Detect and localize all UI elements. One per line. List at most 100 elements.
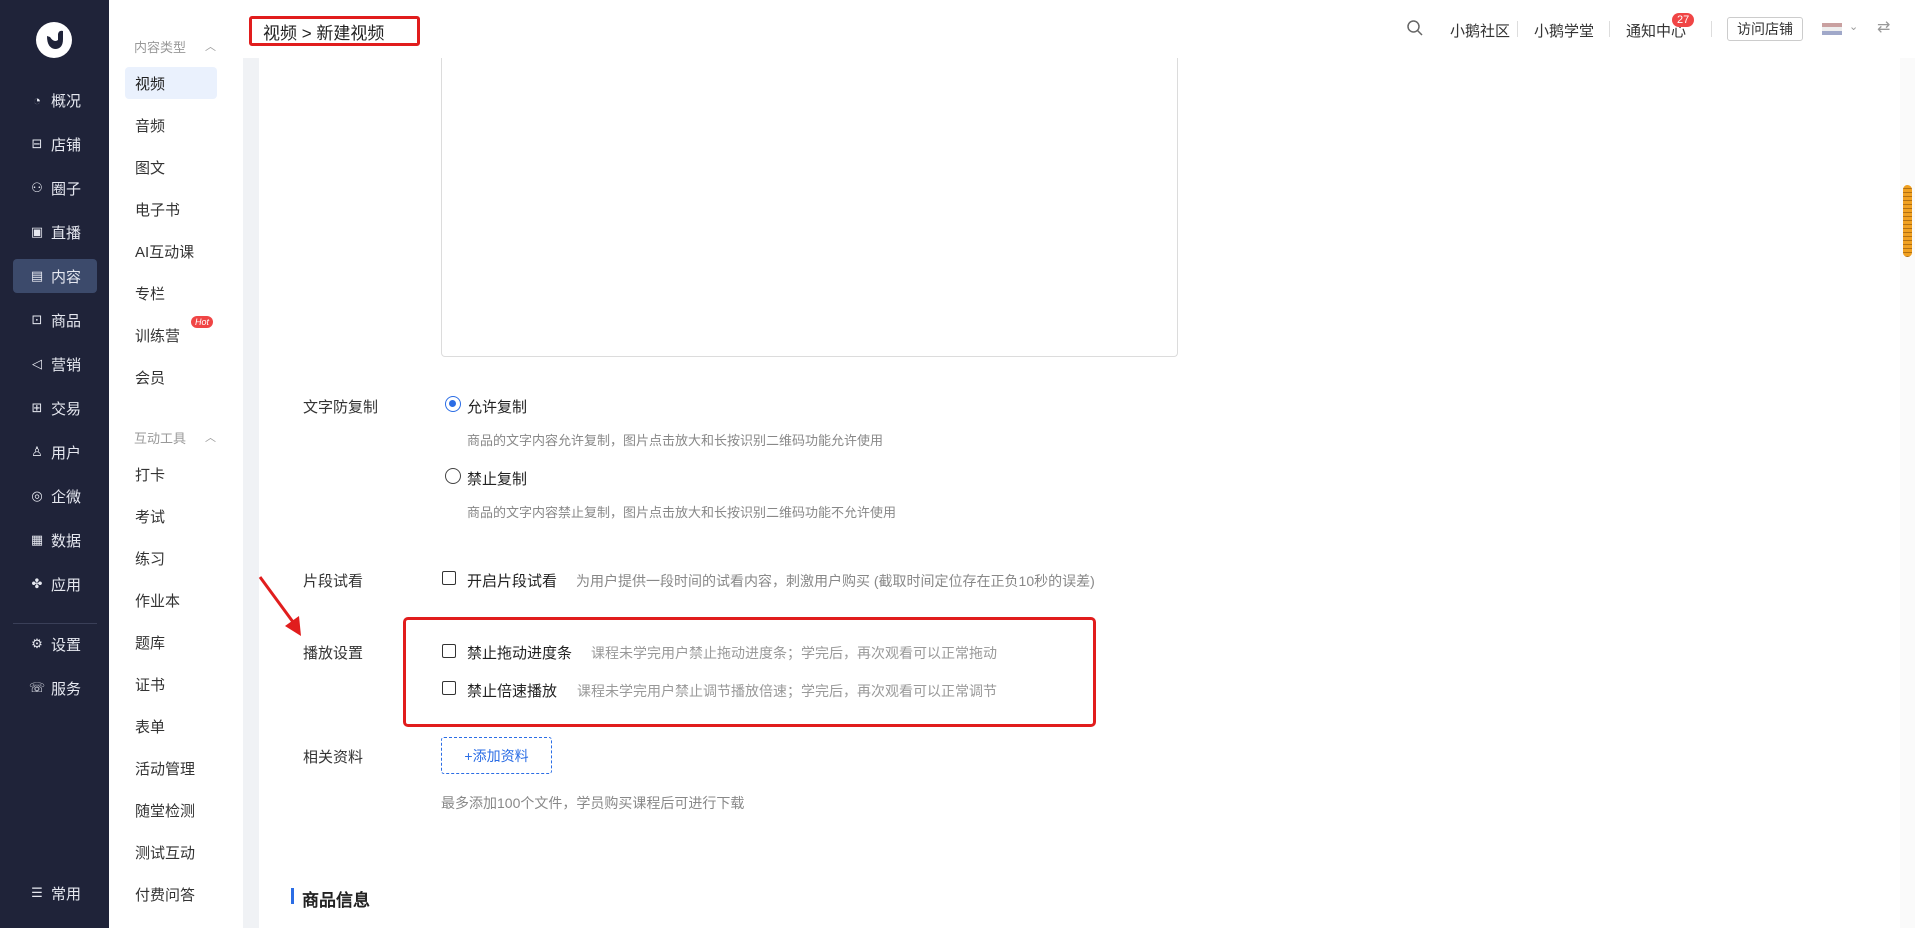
- sub-nav-item[interactable]: 随堂检测: [125, 794, 217, 826]
- sub-nav-item-label: 题库: [135, 634, 166, 652]
- sub-nav-item[interactable]: 电子书: [125, 193, 217, 225]
- sub-nav-item[interactable]: 打卡: [125, 458, 217, 490]
- logo-icon[interactable]: [36, 22, 72, 58]
- add-material-button[interactable]: +添加资料: [441, 737, 552, 774]
- store-icon: ⊟: [31, 136, 43, 151]
- allow-copy-radio[interactable]: [445, 396, 461, 412]
- nav-item[interactable]: ♙ 用户: [13, 435, 97, 469]
- section-accent-bar: [291, 888, 294, 904]
- nav-item-label: 内容: [51, 268, 82, 286]
- sub-nav-item[interactable]: 训练营 Hot: [125, 316, 217, 351]
- nav-item[interactable]: ⊡ 商品: [13, 303, 97, 337]
- rich-text-editor[interactable]: [441, 58, 1178, 357]
- sub-nav-group-title[interactable]: 互动工具: [134, 428, 186, 447]
- sub-nav-item[interactable]: 活动管理: [125, 752, 217, 784]
- sub-nav-item-label: 活动管理: [135, 760, 196, 778]
- sub-nav-item[interactable]: 题库: [125, 626, 217, 658]
- sub-nav-item[interactable]: 会员: [125, 361, 217, 393]
- forbid-copy-label[interactable]: 禁止复制: [467, 468, 527, 489]
- sub-nav-item[interactable]: 付费问答: [125, 878, 217, 910]
- nav-item-label: 营销: [51, 356, 82, 374]
- header-divider: [1609, 21, 1610, 37]
- community-link[interactable]: 小鹅社区: [1450, 20, 1510, 41]
- swap-icon[interactable]: ⇄: [1877, 17, 1890, 37]
- playback-label: 播放设置: [303, 645, 364, 662]
- nav-item[interactable]: ⚙ 设置: [13, 627, 97, 661]
- gear-icon: ⚙: [31, 636, 43, 651]
- sub-nav-item[interactable]: 作业本: [125, 584, 217, 616]
- nav-item[interactable]: ☏ 服务: [13, 671, 97, 705]
- forbid-copy-radio[interactable]: [445, 468, 461, 484]
- nav-item[interactable]: ▤ 内容: [13, 259, 97, 293]
- nav-item-label: 用户: [51, 444, 82, 462]
- sub-nav-item[interactable]: 图文: [125, 151, 217, 183]
- chevron-up-icon[interactable]: ︿: [205, 38, 216, 54]
- scrollbar-thumb[interactable]: [1903, 185, 1912, 257]
- forbid-seek-hint: 课程未学完用户禁止拖动进度条；学完后，再次观看可以正常拖动: [591, 645, 997, 661]
- nav-item[interactable]: ⚇ 圈子: [13, 171, 97, 205]
- forbid-seek-label[interactable]: 禁止拖动进度条: [467, 642, 572, 663]
- forbid-seek-checkbox[interactable]: [442, 644, 456, 658]
- language-flag-icon[interactable]: [1822, 23, 1842, 35]
- nav-item[interactable]: ✤ 应用: [13, 567, 97, 601]
- sub-nav-item[interactable]: AI互动课: [125, 235, 217, 267]
- nav-item[interactable]: ◔ 概况: [13, 83, 97, 117]
- chevron-up-icon[interactable]: ︿: [205, 429, 216, 445]
- nav-item-label: 设置: [51, 636, 82, 654]
- sub-nav-item[interactable]: 证书: [125, 668, 217, 700]
- sub-nav-item[interactable]: 练习: [125, 542, 217, 574]
- sub-nav-item[interactable]: 考试: [125, 500, 217, 532]
- nav-item-common[interactable]: ☰ 常用: [13, 876, 97, 910]
- section-title: 商品信息: [302, 891, 370, 910]
- trial-label: 片段试看: [303, 573, 364, 590]
- sub-nav-item[interactable]: 视频: [125, 67, 217, 99]
- sub-nav-item-label: 作业本: [135, 592, 181, 610]
- sub-nav-item-label: 练习: [135, 550, 166, 568]
- nav-item[interactable]: ▦ 数据: [13, 523, 97, 557]
- visit-store-button[interactable]: 访问店铺: [1727, 17, 1803, 41]
- list-icon: ☰: [31, 885, 43, 900]
- allow-copy-label[interactable]: 允许复制: [467, 396, 527, 417]
- sub-nav-item-label: 表单: [135, 718, 166, 736]
- sub-nav-group-title[interactable]: 内容类型: [134, 37, 186, 56]
- sub-nav-item-label: 图文: [135, 159, 166, 177]
- apps-icon: ✤: [31, 576, 43, 591]
- sub-nav-item-label: 证书: [135, 676, 166, 694]
- live-icon: ▣: [30, 224, 44, 239]
- sub-nav-item-label: AI互动课: [135, 243, 195, 261]
- allow-copy-hint: 商品的文字内容允许复制，图片点击放大和长按识别二维码功能允许使用: [467, 433, 884, 448]
- breadcrumb[interactable]: 视频 > 新建视频: [263, 19, 384, 44]
- nav-item[interactable]: ▣ 直播: [13, 215, 97, 249]
- nav-item-label: 直播: [51, 224, 82, 242]
- nav-item[interactable]: ◎ 企微: [13, 479, 97, 513]
- academy-link[interactable]: 小鹅学堂: [1534, 20, 1594, 41]
- hot-badge: Hot: [191, 316, 214, 328]
- sub-nav-item-label: 付费问答: [135, 886, 196, 904]
- search-icon[interactable]: [1406, 19, 1424, 42]
- nav-item-label: 常用: [51, 885, 82, 903]
- nav-item-label: 数据: [51, 532, 82, 550]
- materials-hint: 最多添加100个文件，学员购买课程后可进行下载: [441, 795, 745, 811]
- forbid-speed-checkbox[interactable]: [442, 681, 456, 695]
- nav-item-label: 应用: [51, 576, 82, 594]
- sub-nav-item[interactable]: 音频: [125, 109, 217, 141]
- nav-item-label: 企微: [51, 488, 82, 506]
- nav-item[interactable]: ⊞ 交易: [13, 391, 97, 425]
- sub-nav-item-label: 会员: [135, 369, 166, 387]
- sub-nav-item[interactable]: 专栏: [125, 277, 217, 309]
- sub-nav-item[interactable]: 表单: [125, 710, 217, 742]
- nav-item-label: 圈子: [51, 180, 82, 198]
- goods-icon: ⊡: [31, 312, 43, 327]
- nav-item[interactable]: ⊟ 店铺: [13, 127, 97, 161]
- forbid-speed-label[interactable]: 禁止倍速播放: [467, 680, 557, 701]
- chevron-down-icon[interactable]: ⌄: [1849, 20, 1858, 33]
- wecom-icon: ◎: [31, 488, 43, 503]
- trial-checkbox-label[interactable]: 开启片段试看: [467, 570, 557, 591]
- nav-item[interactable]: ◁ 营销: [13, 347, 97, 381]
- playback-highlight: [403, 617, 1096, 727]
- trial-checkbox[interactable]: [442, 571, 456, 585]
- service-icon: ☏: [28, 680, 46, 695]
- notification-badge: 27: [1672, 13, 1695, 27]
- sub-nav-item-label: 视频: [135, 75, 166, 93]
- sub-nav-item[interactable]: 测试互动: [125, 836, 217, 868]
